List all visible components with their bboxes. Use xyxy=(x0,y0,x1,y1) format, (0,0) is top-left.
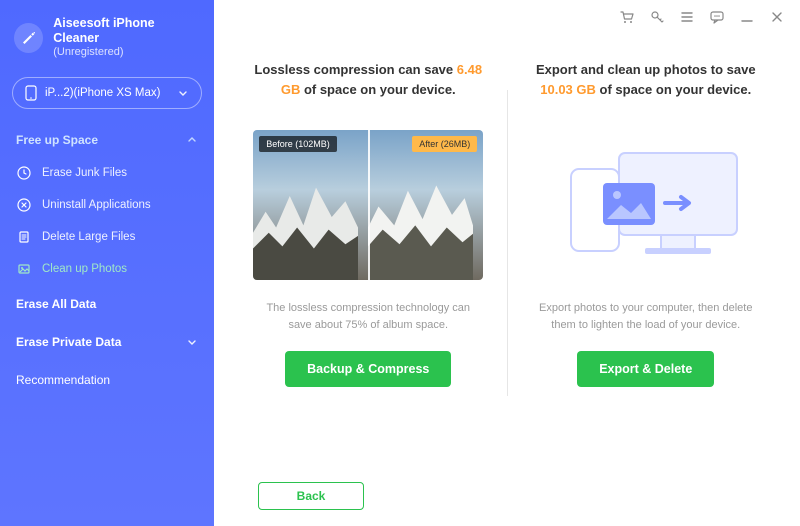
chevron-up-icon xyxy=(186,134,198,146)
headline-text: Export and clean up photos to save xyxy=(536,62,756,77)
section-label: Erase All Data xyxy=(16,297,96,311)
export-headline: Export and clean up photos to save 10.03… xyxy=(530,60,763,118)
main-content: Lossless compression can save 6.48 GB of… xyxy=(214,0,800,526)
headline-text: of space on your device. xyxy=(300,82,455,97)
sidebar-item-label: Uninstall Applications xyxy=(42,199,151,211)
device-selector[interactable]: iP...2)(iPhone XS Max) xyxy=(12,77,202,109)
phone-icon xyxy=(25,85,37,101)
uninstall-icon xyxy=(16,197,32,213)
device-label: iP...2)(iPhone XS Max) xyxy=(45,87,160,99)
export-illustration xyxy=(531,130,761,280)
section-label: Recommendation xyxy=(16,373,110,387)
compress-illustration: Before (102MB) After (26MB) xyxy=(253,130,483,280)
feedback-icon[interactable] xyxy=(708,8,726,26)
sidebar-item-label: Clean up Photos xyxy=(42,263,127,275)
cart-icon[interactable] xyxy=(618,8,636,26)
compress-caption: The lossless compression technology can … xyxy=(258,300,478,333)
minimize-icon[interactable] xyxy=(738,8,756,26)
section-label: Erase Private Data xyxy=(16,335,121,349)
file-icon xyxy=(16,229,32,245)
key-icon[interactable] xyxy=(648,8,666,26)
export-delete-button[interactable]: Export & Delete xyxy=(577,351,714,387)
sidebar-section-erase-all[interactable]: Erase All Data xyxy=(0,285,214,323)
app-logo-row: Aiseesoft iPhone Cleaner (Unregistered) xyxy=(0,12,214,71)
sidebar-item-erase-junk[interactable]: Erase Junk Files xyxy=(0,157,214,189)
back-button[interactable]: Back xyxy=(258,482,364,510)
sidebar: Aiseesoft iPhone Cleaner (Unregistered) … xyxy=(0,0,214,526)
after-badge: After (26MB) xyxy=(412,136,477,152)
sidebar-item-label: Delete Large Files xyxy=(42,231,135,243)
menu-icon[interactable] xyxy=(678,8,696,26)
sidebar-section-erase-private[interactable]: Erase Private Data xyxy=(0,323,214,361)
sidebar-section-freeup[interactable]: Free up Space xyxy=(0,123,214,157)
before-badge: Before (102MB) xyxy=(259,136,337,152)
sidebar-item-label: Erase Junk Files xyxy=(42,167,127,179)
sidebar-item-uninstall-apps[interactable]: Uninstall Applications xyxy=(0,189,214,221)
backup-compress-button[interactable]: Backup & Compress xyxy=(285,351,451,387)
app-subtitle: (Unregistered) xyxy=(53,46,200,59)
compress-headline: Lossless compression can save 6.48 GB of… xyxy=(252,60,485,118)
sidebar-item-delete-large[interactable]: Delete Large Files xyxy=(0,221,214,253)
chevron-down-icon xyxy=(186,336,198,348)
clock-icon xyxy=(16,165,32,181)
sidebar-section-recommendation[interactable]: Recommendation xyxy=(0,361,214,399)
headline-amount: 10.03 GB xyxy=(540,82,596,97)
photo-icon xyxy=(16,261,32,277)
close-icon[interactable] xyxy=(768,8,786,26)
headline-text: Lossless compression can save xyxy=(254,62,456,77)
export-caption: Export photos to your computer, then del… xyxy=(536,300,756,333)
app-title: Aiseesoft iPhone Cleaner xyxy=(53,16,200,46)
panel-compress: Lossless compression can save 6.48 GB of… xyxy=(230,60,507,476)
chevron-down-icon xyxy=(177,87,189,99)
section-label: Free up Space xyxy=(16,133,98,147)
sidebar-item-cleanup-photos[interactable]: Clean up Photos xyxy=(0,253,214,285)
titlebar-controls xyxy=(618,8,786,26)
headline-text: of space on your device. xyxy=(596,82,751,97)
app-logo-icon xyxy=(14,23,43,53)
panel-export: Export and clean up photos to save 10.03… xyxy=(508,60,785,476)
